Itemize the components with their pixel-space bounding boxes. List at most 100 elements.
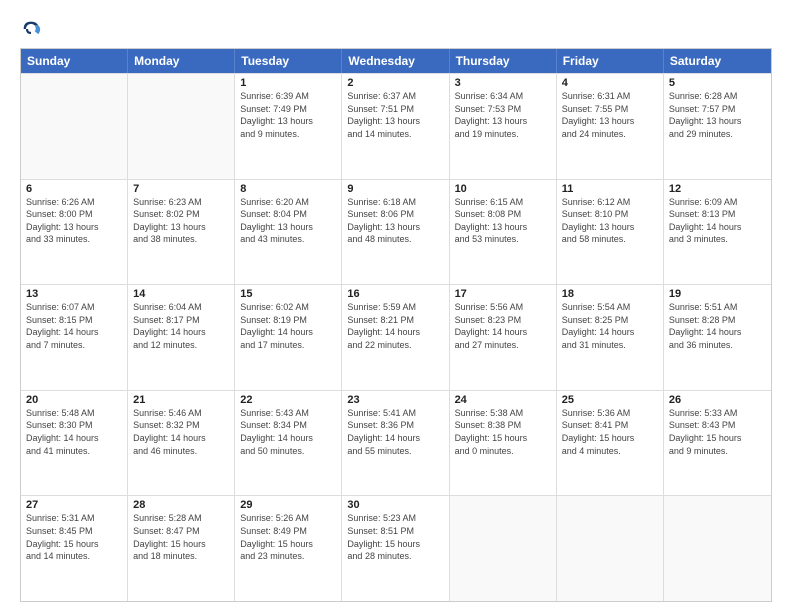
header-day-thursday: Thursday [450,49,557,73]
header-day-sunday: Sunday [21,49,128,73]
calendar-cell: 15Sunrise: 6:02 AM Sunset: 8:19 PM Dayli… [235,285,342,390]
day-number: 15 [240,288,336,300]
calendar-cell: 25Sunrise: 5:36 AM Sunset: 8:41 PM Dayli… [557,391,664,496]
calendar-cell: 26Sunrise: 5:33 AM Sunset: 8:43 PM Dayli… [664,391,771,496]
calendar-cell: 28Sunrise: 5:28 AM Sunset: 8:47 PM Dayli… [128,496,235,601]
day-number: 10 [455,183,551,195]
header-row [20,18,772,40]
day-info: Sunrise: 5:59 AM Sunset: 8:21 PM Dayligh… [347,301,443,351]
day-number: 21 [133,394,229,406]
calendar-body: 1Sunrise: 6:39 AM Sunset: 7:49 PM Daylig… [21,73,771,601]
day-info: Sunrise: 6:15 AM Sunset: 8:08 PM Dayligh… [455,196,551,246]
calendar-cell [664,496,771,601]
calendar-cell: 5Sunrise: 6:28 AM Sunset: 7:57 PM Daylig… [664,74,771,179]
calendar-row-1: 6Sunrise: 6:26 AM Sunset: 8:00 PM Daylig… [21,179,771,285]
calendar-cell: 20Sunrise: 5:48 AM Sunset: 8:30 PM Dayli… [21,391,128,496]
calendar-cell: 4Sunrise: 6:31 AM Sunset: 7:55 PM Daylig… [557,74,664,179]
day-info: Sunrise: 6:39 AM Sunset: 7:49 PM Dayligh… [240,90,336,140]
calendar-cell: 12Sunrise: 6:09 AM Sunset: 8:13 PM Dayli… [664,180,771,285]
day-number: 20 [26,394,122,406]
calendar-cell: 6Sunrise: 6:26 AM Sunset: 8:00 PM Daylig… [21,180,128,285]
calendar-cell: 24Sunrise: 5:38 AM Sunset: 8:38 PM Dayli… [450,391,557,496]
calendar-row-3: 20Sunrise: 5:48 AM Sunset: 8:30 PM Dayli… [21,390,771,496]
day-info: Sunrise: 5:36 AM Sunset: 8:41 PM Dayligh… [562,407,658,457]
header-day-monday: Monday [128,49,235,73]
header-day-saturday: Saturday [664,49,771,73]
day-info: Sunrise: 5:46 AM Sunset: 8:32 PM Dayligh… [133,407,229,457]
calendar-cell: 17Sunrise: 5:56 AM Sunset: 8:23 PM Dayli… [450,285,557,390]
calendar-cell: 13Sunrise: 6:07 AM Sunset: 8:15 PM Dayli… [21,285,128,390]
calendar-cell: 19Sunrise: 5:51 AM Sunset: 8:28 PM Dayli… [664,285,771,390]
header-day-wednesday: Wednesday [342,49,449,73]
day-info: Sunrise: 6:34 AM Sunset: 7:53 PM Dayligh… [455,90,551,140]
day-number: 8 [240,183,336,195]
day-number: 4 [562,77,658,89]
day-number: 25 [562,394,658,406]
calendar-cell: 18Sunrise: 5:54 AM Sunset: 8:25 PM Dayli… [557,285,664,390]
calendar-row-4: 27Sunrise: 5:31 AM Sunset: 8:45 PM Dayli… [21,495,771,601]
day-info: Sunrise: 5:33 AM Sunset: 8:43 PM Dayligh… [669,407,766,457]
day-number: 18 [562,288,658,300]
calendar-cell: 9Sunrise: 6:18 AM Sunset: 8:06 PM Daylig… [342,180,449,285]
day-info: Sunrise: 6:28 AM Sunset: 7:57 PM Dayligh… [669,90,766,140]
day-number: 13 [26,288,122,300]
calendar-cell: 27Sunrise: 5:31 AM Sunset: 8:45 PM Dayli… [21,496,128,601]
day-info: Sunrise: 6:20 AM Sunset: 8:04 PM Dayligh… [240,196,336,246]
calendar-cell: 10Sunrise: 6:15 AM Sunset: 8:08 PM Dayli… [450,180,557,285]
day-info: Sunrise: 5:41 AM Sunset: 8:36 PM Dayligh… [347,407,443,457]
calendar-cell: 30Sunrise: 5:23 AM Sunset: 8:51 PM Dayli… [342,496,449,601]
day-info: Sunrise: 6:09 AM Sunset: 8:13 PM Dayligh… [669,196,766,246]
logo-icon [20,18,42,40]
calendar-cell: 7Sunrise: 6:23 AM Sunset: 8:02 PM Daylig… [128,180,235,285]
day-number: 26 [669,394,766,406]
calendar-cell [128,74,235,179]
calendar-cell: 23Sunrise: 5:41 AM Sunset: 8:36 PM Dayli… [342,391,449,496]
day-number: 23 [347,394,443,406]
day-number: 28 [133,499,229,511]
calendar-header: SundayMondayTuesdayWednesdayThursdayFrid… [21,49,771,73]
day-number: 5 [669,77,766,89]
day-info: Sunrise: 6:12 AM Sunset: 8:10 PM Dayligh… [562,196,658,246]
day-info: Sunrise: 6:31 AM Sunset: 7:55 PM Dayligh… [562,90,658,140]
day-number: 29 [240,499,336,511]
calendar-cell: 16Sunrise: 5:59 AM Sunset: 8:21 PM Dayli… [342,285,449,390]
day-info: Sunrise: 5:28 AM Sunset: 8:47 PM Dayligh… [133,512,229,562]
day-info: Sunrise: 6:02 AM Sunset: 8:19 PM Dayligh… [240,301,336,351]
day-info: Sunrise: 5:26 AM Sunset: 8:49 PM Dayligh… [240,512,336,562]
calendar-cell: 3Sunrise: 6:34 AM Sunset: 7:53 PM Daylig… [450,74,557,179]
day-number: 3 [455,77,551,89]
day-number: 7 [133,183,229,195]
day-number: 11 [562,183,658,195]
day-info: Sunrise: 6:23 AM Sunset: 8:02 PM Dayligh… [133,196,229,246]
header-day-tuesday: Tuesday [235,49,342,73]
day-number: 17 [455,288,551,300]
day-number: 14 [133,288,229,300]
calendar-cell: 11Sunrise: 6:12 AM Sunset: 8:10 PM Dayli… [557,180,664,285]
day-number: 16 [347,288,443,300]
day-number: 2 [347,77,443,89]
day-info: Sunrise: 5:56 AM Sunset: 8:23 PM Dayligh… [455,301,551,351]
day-number: 19 [669,288,766,300]
day-info: Sunrise: 5:31 AM Sunset: 8:45 PM Dayligh… [26,512,122,562]
calendar-cell: 21Sunrise: 5:46 AM Sunset: 8:32 PM Dayli… [128,391,235,496]
calendar-cell [21,74,128,179]
calendar-cell: 14Sunrise: 6:04 AM Sunset: 8:17 PM Dayli… [128,285,235,390]
day-number: 22 [240,394,336,406]
logo [20,18,44,40]
calendar-cell: 29Sunrise: 5:26 AM Sunset: 8:49 PM Dayli… [235,496,342,601]
day-info: Sunrise: 6:18 AM Sunset: 8:06 PM Dayligh… [347,196,443,246]
day-info: Sunrise: 5:54 AM Sunset: 8:25 PM Dayligh… [562,301,658,351]
calendar-cell [557,496,664,601]
calendar-cell: 8Sunrise: 6:20 AM Sunset: 8:04 PM Daylig… [235,180,342,285]
day-number: 30 [347,499,443,511]
day-number: 9 [347,183,443,195]
calendar-row-0: 1Sunrise: 6:39 AM Sunset: 7:49 PM Daylig… [21,73,771,179]
day-info: Sunrise: 5:38 AM Sunset: 8:38 PM Dayligh… [455,407,551,457]
day-number: 12 [669,183,766,195]
day-info: Sunrise: 6:07 AM Sunset: 8:15 PM Dayligh… [26,301,122,351]
day-info: Sunrise: 6:26 AM Sunset: 8:00 PM Dayligh… [26,196,122,246]
day-info: Sunrise: 5:51 AM Sunset: 8:28 PM Dayligh… [669,301,766,351]
calendar-cell [450,496,557,601]
day-number: 1 [240,77,336,89]
calendar-cell: 1Sunrise: 6:39 AM Sunset: 7:49 PM Daylig… [235,74,342,179]
